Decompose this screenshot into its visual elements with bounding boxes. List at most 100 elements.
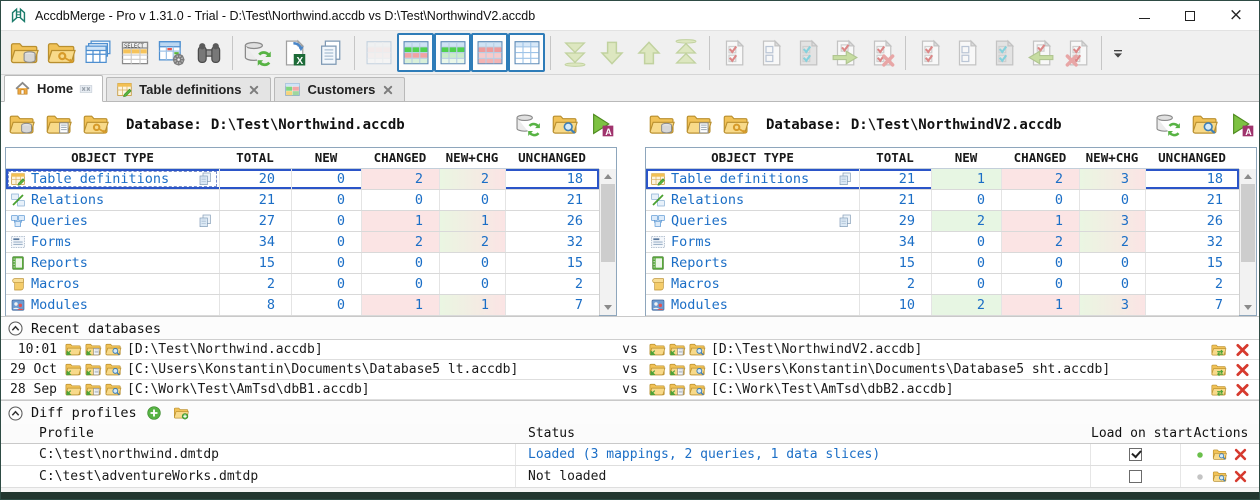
merge-right-to-left-button[interactable] (1022, 33, 1059, 72)
select-query-button[interactable]: SELECT (116, 33, 153, 72)
object-row-reports[interactable]: Reports1500015 (6, 253, 599, 274)
uncheck-all-left-button[interactable] (752, 33, 789, 72)
open-left-icon[interactable] (64, 361, 82, 378)
copy-badge-icon[interactable] (197, 213, 213, 229)
open-database-button[interactable] (5, 107, 37, 143)
open-in-access-button[interactable]: A (1225, 107, 1257, 143)
add-profile-button[interactable] (144, 404, 164, 422)
open-left-icon[interactable] (64, 341, 82, 358)
maximize-button[interactable] (1167, 1, 1213, 30)
browse-database-button[interactable] (1188, 107, 1220, 143)
close-tab-icon[interactable] (381, 83, 395, 97)
open-profile-icon[interactable] (1212, 469, 1227, 484)
remove-entry-icon[interactable] (1234, 382, 1251, 398)
filter-changed-button[interactable] (471, 33, 508, 72)
scroll-up-arrow[interactable] (600, 169, 616, 184)
collapse-profiles-icon[interactable] (7, 405, 24, 422)
vertical-scrollbar[interactable] (599, 169, 616, 315)
object-row-macros[interactable]: Macros20002 (6, 274, 599, 295)
filter-unchanged-button[interactable] (508, 33, 545, 72)
open-profile-icon[interactable] (1212, 447, 1227, 462)
object-row-modules[interactable]: Modules102137 (646, 295, 1239, 316)
object-row-queries[interactable]: Queries2701126 (6, 211, 599, 232)
check-all-right-button[interactable] (911, 33, 948, 72)
recent-database-row[interactable]: 10:01[D:\Test\Northwind.accdb]vs[D:\Test… (1, 340, 1259, 360)
tab-home[interactable]: Home (4, 75, 103, 102)
preview-database-icon[interactable] (688, 361, 706, 378)
scroll-down-arrow[interactable] (1240, 300, 1256, 315)
profile-row[interactable]: C:\test\adventureWorks.dmtdpNot loaded (1, 466, 1259, 488)
remove-profile-icon[interactable] (1233, 469, 1248, 484)
scrollbar-thumb[interactable] (1241, 184, 1255, 262)
paste-database-path-button[interactable] (42, 107, 74, 143)
open-pair-icon[interactable] (668, 361, 686, 378)
object-row-relations[interactable]: Relations2100021 (646, 190, 1239, 211)
profile-row[interactable]: C:\test\northwind.dmtdpLoaded (3 mapping… (1, 444, 1259, 466)
export-to-excel-button[interactable]: X (275, 33, 312, 72)
scroll-up-button[interactable] (630, 33, 667, 72)
tab-customers[interactable]: Customers (274, 77, 405, 101)
scrollbar-track[interactable] (1240, 262, 1256, 300)
table-definitions-button[interactable] (79, 33, 116, 72)
object-row-forms[interactable]: Forms3402232 (6, 232, 599, 253)
preview-database-icon[interactable] (104, 341, 122, 358)
close-all-tabs-icon[interactable] (79, 82, 93, 96)
cancel-left-button[interactable] (863, 33, 900, 72)
preview-database-icon[interactable] (688, 341, 706, 358)
object-row-table-definitions[interactable]: Table definitions2002218 (6, 169, 599, 190)
remove-entry-icon[interactable] (1234, 362, 1251, 378)
object-row-relations[interactable]: Relations2100021 (6, 190, 599, 211)
open-left-icon[interactable] (648, 361, 666, 378)
object-row-forms[interactable]: Forms3402232 (646, 232, 1239, 253)
cancel-right-button[interactable] (1059, 33, 1096, 72)
paste-database-path-button[interactable] (682, 107, 714, 143)
minimize-button[interactable] (1121, 1, 1167, 30)
open-left-icon[interactable] (64, 381, 82, 398)
recent-database-row[interactable]: 29 Oct[C:\Users\Konstantin\Documents\Dat… (1, 360, 1259, 380)
collapse-recent-icon[interactable] (7, 320, 24, 337)
object-row-table-definitions[interactable]: Table definitions2112318 (646, 169, 1239, 190)
load-on-start-checkbox[interactable] (1129, 448, 1142, 461)
show-checked-left-button[interactable] (789, 33, 826, 72)
open-database-button[interactable] (645, 107, 677, 143)
vertical-scrollbar[interactable] (1239, 169, 1256, 315)
object-row-reports[interactable]: Reports1500015 (646, 253, 1239, 274)
close-button[interactable]: × (1213, 1, 1259, 30)
recent-database-row[interactable]: 28 Sep[C:\Work\Test\AmTsd\dbB1.accdb]vs[… (1, 380, 1259, 400)
copy-badge-icon[interactable] (197, 171, 213, 187)
preview-database-icon[interactable] (104, 361, 122, 378)
load-on-start-checkbox[interactable] (1129, 470, 1142, 483)
scroll-all-down-button[interactable] (556, 33, 593, 72)
reload-pair-icon[interactable] (1210, 382, 1227, 398)
scrollbar-track[interactable] (600, 262, 616, 300)
open-with-password-button[interactable] (79, 107, 111, 143)
scroll-down-button[interactable] (593, 33, 630, 72)
remove-entry-icon[interactable] (1234, 342, 1251, 358)
reload-pair-icon[interactable] (1210, 342, 1227, 358)
open-pair-icon[interactable] (84, 341, 102, 358)
browse-database-button[interactable] (548, 107, 580, 143)
refresh-database-button[interactable] (1151, 107, 1183, 143)
find-objects-button[interactable] (190, 33, 227, 72)
open-pair-icon[interactable] (668, 381, 686, 398)
close-tab-icon[interactable] (247, 83, 261, 97)
check-all-left-button[interactable] (715, 33, 752, 72)
open-with-password-button[interactable] (719, 107, 751, 143)
open-pair-icon[interactable] (84, 381, 102, 398)
object-row-macros[interactable]: Macros20002 (646, 274, 1239, 295)
open-pair-icon[interactable] (84, 361, 102, 378)
scroll-down-arrow[interactable] (600, 300, 616, 315)
reload-pair-icon[interactable] (1210, 362, 1227, 378)
open-in-access-button[interactable]: A (585, 107, 617, 143)
scrollbar-thumb[interactable] (601, 184, 615, 262)
open-profile-folder-button[interactable] (171, 404, 191, 422)
show-checked-right-button[interactable] (985, 33, 1022, 72)
scroll-up-arrow[interactable] (1240, 169, 1256, 184)
object-row-queries[interactable]: Queries2921326 (646, 211, 1239, 232)
tab-table-definitions[interactable]: Table definitions (106, 77, 271, 101)
copy-badge-icon[interactable] (837, 213, 853, 229)
merge-left-to-right-button[interactable] (826, 33, 863, 72)
copy-badge-icon[interactable] (837, 171, 853, 187)
open-left-icon[interactable] (648, 341, 666, 358)
object-row-modules[interactable]: Modules80117 (6, 295, 599, 316)
